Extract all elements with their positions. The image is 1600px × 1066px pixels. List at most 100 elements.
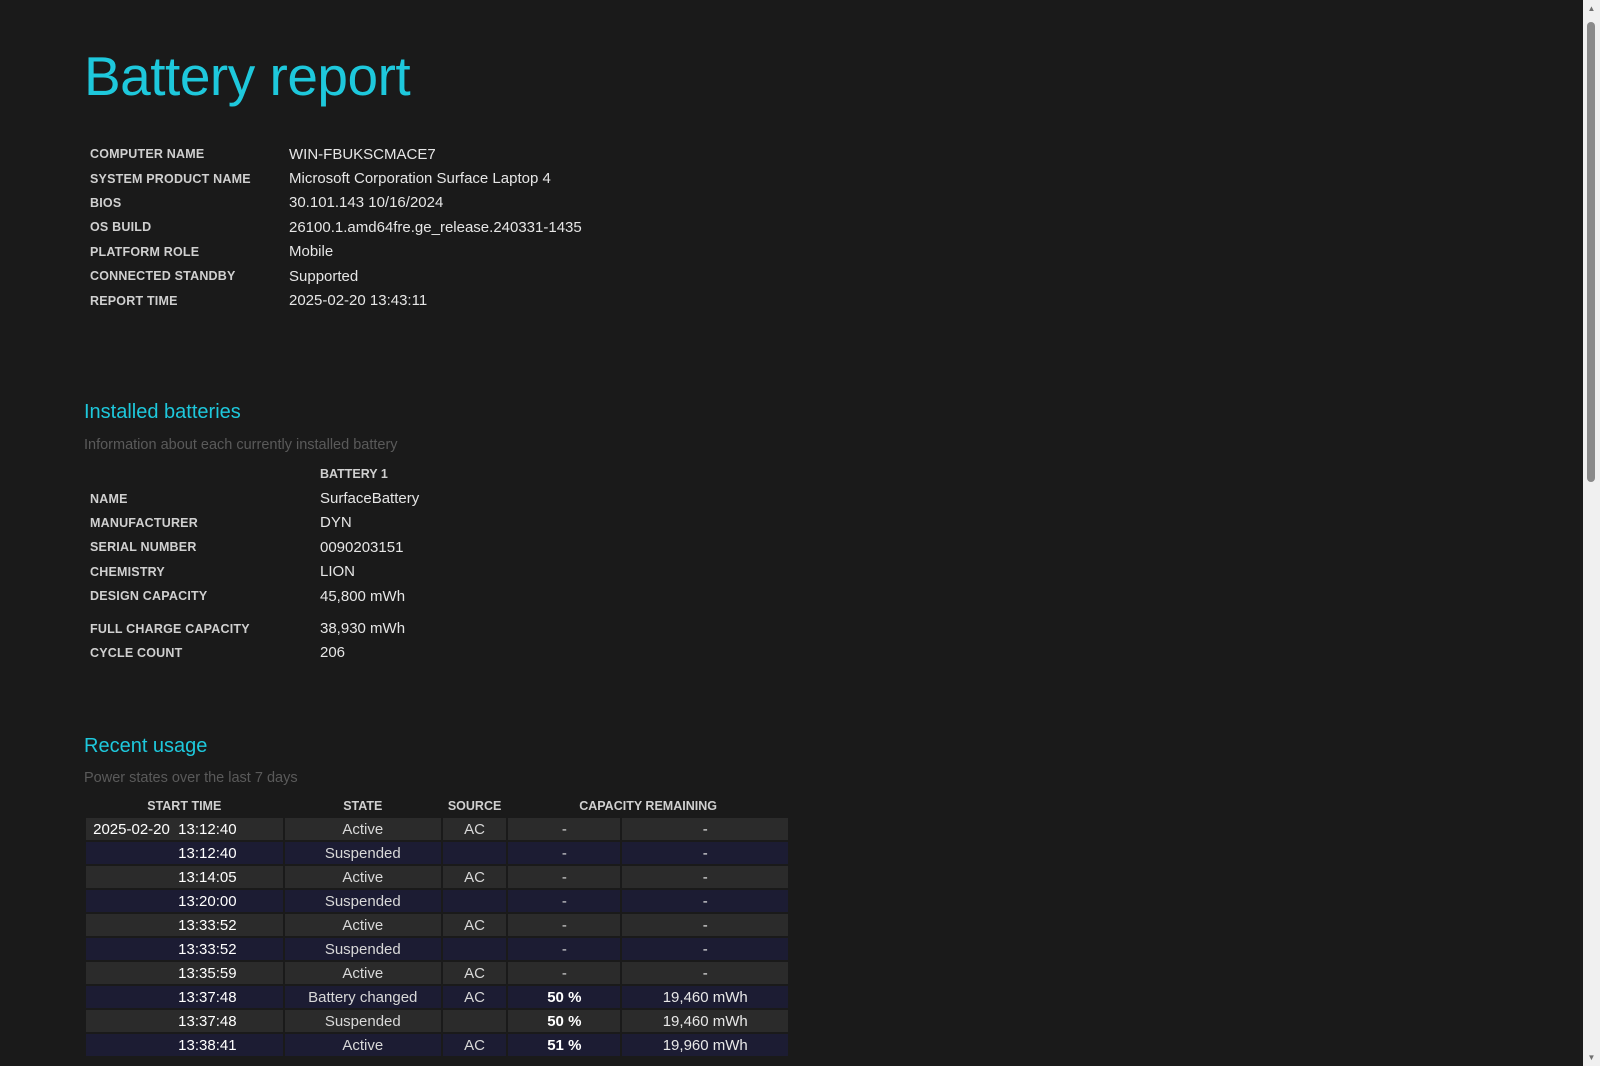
usage-capacity-mwh: -	[622, 914, 788, 936]
usage-row: 13:33:52 Suspended - -	[86, 938, 788, 960]
usage-row: 13:12:40 Suspended - -	[86, 842, 788, 864]
battery-row-spacer	[90, 608, 419, 616]
usage-state: Active	[284, 818, 441, 840]
system-info-label: CONNECTED STANDBY	[90, 269, 236, 284]
installed-batteries-subtitle: Information about each currently install…	[84, 437, 398, 453]
usage-state: Suspended	[284, 890, 441, 912]
usage-start-time: 13:37:48	[86, 986, 283, 1008]
system-info-label: COMPUTER NAME	[90, 147, 205, 162]
battery-row: FULL CHARGE CAPACITY 38,930 mWh	[90, 616, 419, 640]
battery-row: NAME SurfaceBattery	[90, 486, 419, 510]
usage-capacity-percent: 50 %	[508, 986, 621, 1008]
system-info-row: SYSTEM PRODUCT NAME Microsoft Corporation…	[90, 166, 582, 190]
scrollbar-thumb[interactable]	[1587, 22, 1595, 482]
usage-row: 13:14:05 Active AC - -	[86, 866, 788, 888]
scroll-down-arrow-icon[interactable]: ▼	[1583, 1049, 1600, 1066]
usage-state: Suspended	[284, 842, 441, 864]
usage-capacity-mwh: -	[622, 890, 788, 912]
system-info-row: PLATFORM ROLE Mobile	[90, 240, 582, 264]
battery-table: BATTERY 1 NAME SurfaceBattery MANUFACTURER…	[90, 462, 419, 665]
usage-row: 13:35:59 Active AC - -	[86, 962, 788, 984]
system-info-label: SYSTEM PRODUCT NAME	[90, 171, 251, 186]
usage-source: AC	[443, 986, 507, 1008]
battery-row: CYCLE COUNT 206	[90, 641, 419, 665]
battery-row: DESIGN CAPACITY 45,800 mWh	[90, 584, 419, 608]
battery-field-value: 38,930 mWh	[320, 620, 406, 638]
usage-capacity-mwh: -	[622, 818, 788, 840]
recent-usage-heading: Recent usage	[84, 735, 208, 757]
battery-field-value: 0090203151	[320, 538, 404, 556]
usage-state: Active	[284, 866, 441, 888]
battery-field-label: FULL CHARGE CAPACITY	[90, 621, 250, 636]
usage-row: 13:37:48 Battery changed AC 50 % 19,460 mWh	[86, 986, 788, 1008]
usage-capacity-percent: 51 %	[508, 1034, 621, 1056]
recent-usage-table: START TIME STATE SOURCE CAPACITY REMAINI…	[84, 794, 790, 1058]
usage-row: 13:37:48 Suspended 50 % 19,460 mWh	[86, 1010, 788, 1032]
usage-capacity-mwh: -	[622, 842, 788, 864]
vertical-scrollbar[interactable]: ▲ ▼	[1583, 0, 1600, 1066]
battery-field-label: SERIAL NUMBER	[90, 540, 197, 555]
battery-column-header: BATTERY 1	[320, 467, 388, 482]
usage-source	[443, 842, 507, 864]
scroll-up-arrow-icon[interactable]: ▲	[1583, 0, 1600, 17]
usage-capacity-mwh: 19,460 mWh	[622, 986, 788, 1008]
column-header-source: SOURCE	[447, 799, 502, 813]
battery-field-value: LION	[320, 563, 356, 581]
system-info-label: REPORT TIME	[90, 293, 178, 308]
system-info-table: COMPUTER NAME WIN-FBUKSCMACE7 SYSTEM PRODU…	[90, 142, 582, 313]
usage-capacity-percent: -	[508, 866, 621, 888]
system-info-label: OS BUILD	[90, 220, 152, 235]
column-header-state: STATE	[343, 799, 383, 813]
usage-start-time: 2025-02-20 13:12:40	[86, 818, 283, 840]
battery-field-label: CYCLE COUNT	[90, 645, 183, 660]
system-info-value: Supported	[289, 267, 359, 285]
usage-start-time: 13:14:05	[86, 866, 283, 888]
usage-capacity-percent: -	[508, 914, 621, 936]
system-info-row: BIOS 30.101.143 10/16/2024	[90, 191, 582, 215]
usage-source: AC	[443, 962, 507, 984]
usage-capacity-mwh: 19,460 mWh	[622, 1010, 788, 1032]
battery-header-row: BATTERY 1	[90, 462, 419, 486]
battery-row: MANUFACTURER DYN	[90, 511, 419, 535]
usage-start-time: 13:12:40	[86, 842, 283, 864]
usage-start-time: 13:33:52	[86, 914, 283, 936]
usage-capacity-percent: -	[508, 962, 621, 984]
usage-capacity-percent: 50 %	[508, 1010, 621, 1032]
system-info-row: CONNECTED STANDBY Supported	[90, 264, 582, 288]
recent-usage-header-row: START TIME STATE SOURCE CAPACITY REMAINI…	[86, 796, 788, 816]
usage-source: AC	[443, 914, 507, 936]
usage-capacity-percent: -	[508, 818, 621, 840]
battery-field-value: SurfaceBattery	[320, 490, 420, 508]
usage-capacity-percent: -	[508, 842, 621, 864]
system-info-value: Mobile	[289, 243, 334, 261]
usage-capacity-mwh: -	[622, 866, 788, 888]
battery-field-label: DESIGN CAPACITY	[90, 589, 208, 604]
usage-state: Active	[284, 914, 441, 936]
column-header-start-time: START TIME	[147, 799, 222, 813]
recent-usage-subtitle: Power states over the last 7 days	[84, 770, 298, 786]
usage-state: Active	[284, 962, 441, 984]
usage-state: Suspended	[284, 1010, 441, 1032]
usage-row: 2025-02-20 13:12:40 Active AC - -	[86, 818, 788, 840]
usage-start-time: 13:33:52	[86, 938, 283, 960]
page-title: Battery report	[84, 45, 411, 107]
usage-row: 13:38:41 Active AC 51 % 19,960 mWh	[86, 1034, 788, 1056]
usage-capacity-mwh: -	[622, 962, 788, 984]
usage-capacity-mwh: -	[622, 938, 788, 960]
battery-row: SERIAL NUMBER 0090203151	[90, 535, 419, 559]
system-info-value: 26100.1.amd64fre.ge_release.240331-1435	[289, 218, 582, 236]
usage-start-time: 13:37:48	[86, 1010, 283, 1032]
battery-field-label: MANUFACTURER	[90, 515, 198, 530]
usage-state: Active	[284, 1034, 441, 1056]
battery-field-value: 206	[320, 644, 346, 662]
usage-row: 13:20:00 Suspended - -	[86, 890, 788, 912]
usage-source	[443, 890, 507, 912]
usage-source: AC	[443, 818, 507, 840]
usage-source	[443, 1010, 507, 1032]
battery-field-value: 45,800 mWh	[320, 587, 406, 605]
system-info-value: 2025-02-20 13:43:11	[289, 292, 428, 310]
installed-batteries-heading: Installed batteries	[84, 401, 241, 423]
usage-source	[443, 938, 507, 960]
usage-state: Battery changed	[284, 986, 441, 1008]
usage-source: AC	[443, 866, 507, 888]
